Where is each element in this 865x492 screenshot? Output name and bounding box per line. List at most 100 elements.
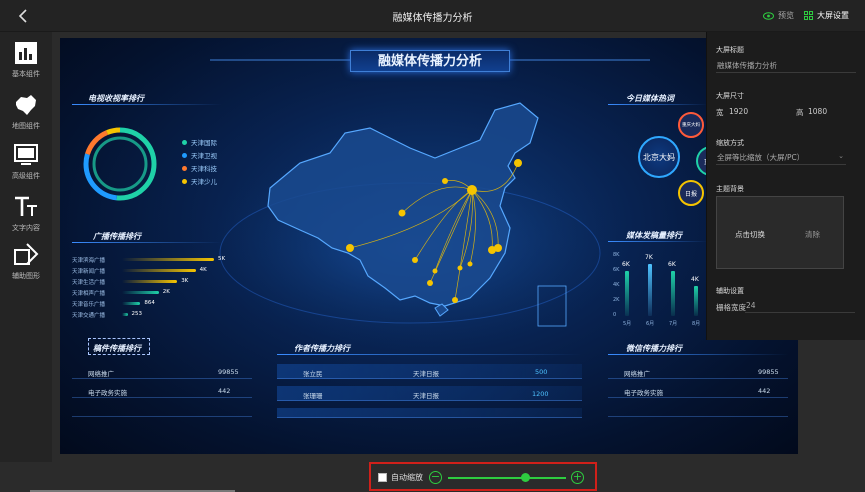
hot-word-bubble[interactable]: 重庆大妈: [678, 112, 704, 138]
plus-icon: +: [572, 470, 583, 483]
sidebar-item-label: 高级组件: [12, 172, 40, 180]
bar-value: 2K: [162, 289, 170, 295]
table-row[interactable]: 网络推广 99855: [72, 365, 252, 379]
x-tick-label: 8月: [692, 321, 701, 327]
bar-row: 天津生活广播 3K: [72, 278, 242, 286]
legend-item: 天津科技: [182, 163, 217, 173]
zoom-slider-thumb[interactable]: [520, 473, 530, 482]
table-row[interactable]: 张珊珊 天津日报 1200: [277, 386, 582, 401]
row-value: 442: [218, 387, 231, 395]
sidebar-item-label: 辅助图形: [12, 272, 40, 280]
sidebar-item-label: 文字内容: [12, 224, 40, 232]
row-name: 张珊珊: [303, 392, 323, 400]
legend-dot: [182, 178, 187, 184]
height-label: 高: [796, 108, 804, 117]
zoom-out-button[interactable]: −: [429, 471, 442, 484]
bar-fill: [122, 291, 159, 294]
zoom-in-button[interactable]: +: [571, 471, 584, 484]
column-bar[interactable]: [671, 271, 675, 316]
screen-size-label: 大屏尺寸: [716, 92, 744, 100]
screen-title-input[interactable]: 融媒体传播力分析: [716, 59, 856, 73]
bar-value: 5K: [218, 256, 226, 262]
media-output-title[interactable]: 媒体发稿量排行: [626, 230, 682, 241]
bar-label: 天津相声广播: [72, 291, 106, 297]
row-source: 天津日报: [413, 370, 439, 378]
row-value: 500: [535, 368, 548, 376]
x-tick-label: 7月: [669, 321, 678, 327]
selection-box[interactable]: [88, 338, 150, 355]
scale-mode-select[interactable]: 全屏等比缩放（大屏/PC） ⌄: [716, 151, 846, 165]
y-tick-label: 2K: [613, 297, 620, 303]
clear-bg-button[interactable]: 清除: [805, 229, 820, 240]
sidebar-item-label: 地图组件: [12, 122, 40, 130]
sidebar-item-text[interactable]: 文字内容: [0, 194, 52, 233]
auto-zoom-checkbox[interactable]: [378, 473, 387, 482]
wechat-rank-title[interactable]: 微信传播力排行: [626, 343, 682, 354]
aux-settings-label: 辅助设置: [716, 287, 744, 295]
table-row[interactable]: [277, 408, 582, 418]
table-row[interactable]: 电子政务实施 442: [608, 384, 788, 398]
x-tick-label: 5月: [623, 321, 632, 327]
switch-bg-button[interactable]: 点击切换: [735, 229, 765, 240]
column-value: 6K: [622, 261, 630, 268]
screen-settings-button[interactable]: 大屏设置: [804, 10, 849, 21]
broadcast-rank-title[interactable]: 广播传播排行: [93, 231, 141, 242]
screen-title-label: 大屏标题: [716, 46, 744, 54]
column-bar[interactable]: [625, 271, 629, 316]
bar-row: 天津滨海广播 5K: [72, 256, 242, 264]
dashboard-canvas[interactable]: 融媒体传播力分析 电视收视率排行 天津国际 天津卫视 天津科技 天津少儿 广播传…: [60, 38, 798, 454]
row-value: 99855: [758, 368, 779, 376]
column-bar[interactable]: [648, 263, 652, 316]
width-label: 宽: [716, 108, 724, 117]
sidebar-item-advanced[interactable]: 高级组件: [0, 142, 52, 181]
table-row[interactable]: 网络推广 99855: [608, 365, 788, 379]
table-row[interactable]: 电子政务实施 442: [72, 384, 252, 398]
section-divider: [72, 104, 222, 105]
grid-width-input[interactable]: 24: [745, 299, 855, 313]
sidebar-item-map[interactable]: 地图组件: [0, 92, 52, 131]
component-sidebar: 基本组件 地图组件 高级组件 文字内容 辅助图形: [0, 32, 52, 492]
grid-icon: [804, 11, 813, 20]
row-value: 1200: [532, 390, 549, 398]
tv-rating-donut[interactable]: [80, 124, 160, 204]
y-tick-label: 8K: [613, 252, 620, 258]
height-input[interactable]: 1080: [808, 107, 848, 116]
zoom-slider-track[interactable]: [448, 477, 566, 479]
row-name: 网络推广: [88, 370, 114, 378]
theme-bg-preview: 点击切换 清除: [716, 196, 844, 269]
column-bar[interactable]: [694, 286, 698, 316]
legend-item: 天津少儿: [182, 176, 217, 186]
hot-word-bubble[interactable]: 日报: [678, 180, 704, 206]
bar-value: 3K: [181, 278, 189, 284]
legend-label: 天津科技: [191, 165, 217, 173]
row-value: 99855: [218, 368, 239, 376]
table-row[interactable]: 张立民 天津日报 500: [277, 364, 582, 379]
sidebar-item-shapes[interactable]: 辅助图形: [0, 242, 52, 281]
bar-value: 253: [131, 311, 143, 317]
table-row[interactable]: [72, 403, 252, 417]
legend-item: 天津国际: [182, 137, 217, 147]
theme-bg-label: 主题背景: [716, 185, 744, 193]
preview-button[interactable]: 预览: [763, 10, 794, 21]
bar-row: 天津音乐广播 864: [72, 300, 242, 308]
sidebar-item-basic[interactable]: 基本组件: [0, 40, 52, 79]
map-icon: [16, 95, 36, 115]
bar-row: 天津相声广播 2K: [72, 289, 242, 297]
width-input[interactable]: 1920: [729, 107, 769, 116]
hot-topics-title[interactable]: 今日媒体热词: [626, 93, 674, 104]
row-source: 天津日报: [413, 392, 439, 400]
bottom-bar: 自动缩放 − +: [0, 462, 865, 492]
dashboard-title[interactable]: 融媒体传播力分析: [350, 50, 510, 72]
bar-row: 天津新闻广播 4K: [72, 267, 242, 275]
y-tick-label: 0: [613, 312, 617, 318]
author-rank-title[interactable]: 作者传播力排行: [294, 343, 350, 354]
auto-zoom-label: 自动缩放: [391, 473, 423, 482]
table-row[interactable]: [608, 403, 788, 417]
bar-value: 4K: [199, 267, 207, 273]
bar-label: 天津生活广播: [72, 280, 106, 286]
legend-dot: [182, 139, 187, 145]
hot-word-bubble[interactable]: 北京大妈: [638, 136, 680, 178]
scale-mode-label: 缩放方式: [716, 139, 744, 147]
settings-panel: 大屏标题 融媒体传播力分析 大屏尺寸 宽 1920 高 1080 缩放方式 全屏…: [706, 32, 865, 340]
tv-rating-title[interactable]: 电视收视率排行: [88, 93, 144, 104]
